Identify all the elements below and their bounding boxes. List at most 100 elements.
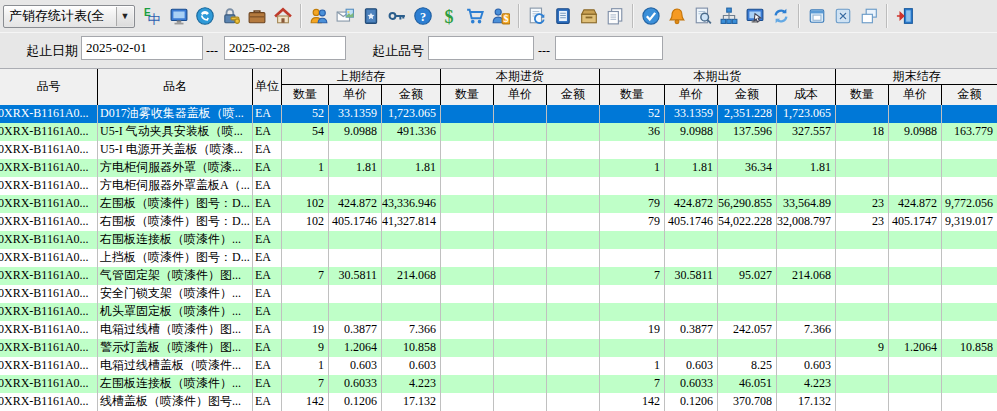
cell-value[interactable]: 163.779 — [942, 123, 997, 141]
phone-icon[interactable] — [195, 6, 215, 26]
cell-value[interactable]: 1.81 — [665, 159, 718, 177]
cell-value[interactable] — [494, 123, 547, 141]
cell-value[interactable]: 1.2064 — [329, 339, 382, 357]
cell-value[interactable] — [665, 177, 718, 195]
cell-item-name[interactable]: 左围板连接板（喷漆件）... — [98, 375, 253, 393]
home-icon[interactable] — [273, 6, 293, 26]
cell-value[interactable] — [665, 339, 718, 357]
cell-value[interactable] — [494, 249, 547, 267]
cell-value[interactable] — [942, 177, 997, 195]
cell-value[interactable] — [329, 141, 382, 159]
cell-value[interactable]: 1.81 — [777, 159, 836, 177]
cell-value[interactable]: 1.2064 — [889, 339, 942, 357]
table-row[interactable]: 0XRX-B1161A0...机头罩固定板（喷漆件）...EA — [0, 303, 997, 321]
cell-value[interactable] — [382, 249, 441, 267]
cell-value[interactable] — [494, 393, 547, 411]
cell-unit[interactable]: EA — [253, 375, 282, 393]
cell-value[interactable] — [441, 213, 494, 231]
cell-value[interactable] — [441, 375, 494, 393]
cell-value[interactable] — [494, 159, 547, 177]
sub-header-1-1[interactable]: 单价 — [494, 85, 547, 105]
cell-value[interactable] — [494, 321, 547, 339]
item-to-input[interactable] — [555, 36, 663, 60]
check-icon[interactable] — [641, 6, 661, 26]
table-row[interactable]: 0XRX-B1161A0...气管固定架（喷漆件）图...EA730.58112… — [0, 267, 997, 285]
cell-item-no[interactable]: 0XRX-B1161A0... — [0, 141, 98, 159]
person-dollar-icon[interactable]: $ — [491, 6, 511, 26]
cell-value[interactable]: 52 — [600, 105, 665, 123]
cell-unit[interactable]: EA — [253, 321, 282, 339]
cell-value[interactable] — [441, 177, 494, 195]
cell-unit[interactable]: EA — [253, 213, 282, 231]
cell-item-name[interactable]: 线槽盖板（喷漆件）图号... — [98, 393, 253, 411]
sub-header-3-0[interactable]: 数量 — [836, 85, 889, 105]
cell-value[interactable] — [942, 231, 997, 249]
cell-value[interactable]: 23 — [836, 195, 889, 213]
cell-value[interactable] — [889, 375, 942, 393]
date-from-input[interactable] — [81, 36, 203, 60]
cell-value[interactable]: 7 — [600, 267, 665, 285]
cell-value[interactable] — [382, 177, 441, 195]
cell-value[interactable] — [547, 375, 600, 393]
cell-value[interactable] — [441, 159, 494, 177]
cell-value[interactable] — [665, 141, 718, 159]
report-type-dropdown[interactable]: 产销存统计表(全 ▼ — [3, 5, 135, 28]
cell-value[interactable]: 7 — [600, 375, 665, 393]
cell-item-no[interactable]: 0XRX-B1161A0... — [0, 303, 98, 321]
cell-value[interactable] — [441, 357, 494, 375]
cell-value[interactable] — [942, 141, 997, 159]
cell-value[interactable]: 142 — [282, 393, 329, 411]
org-chart-icon[interactable] — [719, 6, 739, 26]
cell-value[interactable] — [547, 339, 600, 357]
cell-value[interactable] — [889, 393, 942, 411]
dollar-icon[interactable]: $ — [439, 6, 459, 26]
cell-value[interactable] — [547, 231, 600, 249]
cell-value[interactable]: 30.5811 — [665, 267, 718, 285]
group-header-2[interactable]: 本期出货 — [600, 69, 836, 85]
cell-value[interactable] — [547, 267, 600, 285]
cell-value[interactable] — [282, 141, 329, 159]
cell-value[interactable]: 0.1206 — [665, 393, 718, 411]
cell-value[interactable]: 1,723.065 — [382, 105, 441, 123]
cell-item-name[interactable]: 右围板连接板（喷漆件）... — [98, 231, 253, 249]
cell-value[interactable]: 95.027 — [718, 267, 777, 285]
cell-value[interactable]: 9,772.056 — [942, 195, 997, 213]
cell-value[interactable] — [329, 285, 382, 303]
cell-value[interactable]: 1 — [282, 159, 329, 177]
cell-value[interactable] — [441, 105, 494, 123]
cell-value[interactable]: 4.223 — [777, 375, 836, 393]
cell-item-no[interactable]: 0XRX-B1161A0... — [0, 123, 98, 141]
cell-value[interactable]: 7.366 — [382, 321, 441, 339]
cell-item-no[interactable]: 0XRX-B1161A0... — [0, 375, 98, 393]
cell-value[interactable] — [777, 285, 836, 303]
cell-unit[interactable]: EA — [253, 123, 282, 141]
cell-value[interactable] — [889, 285, 942, 303]
cell-value[interactable]: 33.1359 — [665, 105, 718, 123]
notebook-icon[interactable] — [553, 6, 573, 26]
cell-item-name[interactable]: 气管固定架（喷漆件）图... — [98, 267, 253, 285]
cell-item-no[interactable]: 0XRX-B1161A0... — [0, 249, 98, 267]
cell-value[interactable] — [718, 249, 777, 267]
cell-value[interactable]: 405.1747 — [889, 213, 942, 231]
cell-value[interactable] — [600, 231, 665, 249]
key-icon[interactable] — [387, 6, 407, 26]
close-icon[interactable] — [833, 6, 853, 26]
cell-item-name[interactable]: 上挡板（喷漆件）图号：D... — [98, 249, 253, 267]
cell-item-name[interactable]: 右围板（喷漆件）图号：D... — [98, 213, 253, 231]
bell-icon[interactable] — [667, 6, 687, 26]
cell-value[interactable] — [441, 267, 494, 285]
cell-unit[interactable]: EA — [253, 303, 282, 321]
cell-value[interactable] — [547, 303, 600, 321]
cell-value[interactable]: 32,008.797 — [777, 213, 836, 231]
cell-value[interactable] — [494, 303, 547, 321]
cell-value[interactable]: 17.132 — [382, 393, 441, 411]
cascade-icon[interactable] — [859, 6, 879, 26]
cell-item-no[interactable]: 0XRX-B1161A0... — [0, 321, 98, 339]
cell-value[interactable]: 142 — [600, 393, 665, 411]
cell-value[interactable] — [382, 285, 441, 303]
search-doc-icon[interactable] — [693, 6, 713, 26]
cell-value[interactable]: 56,290.855 — [718, 195, 777, 213]
cell-item-name[interactable]: D017油雾收集器盖板（喷... — [98, 105, 253, 123]
cell-value[interactable] — [836, 177, 889, 195]
cell-value[interactable] — [547, 159, 600, 177]
